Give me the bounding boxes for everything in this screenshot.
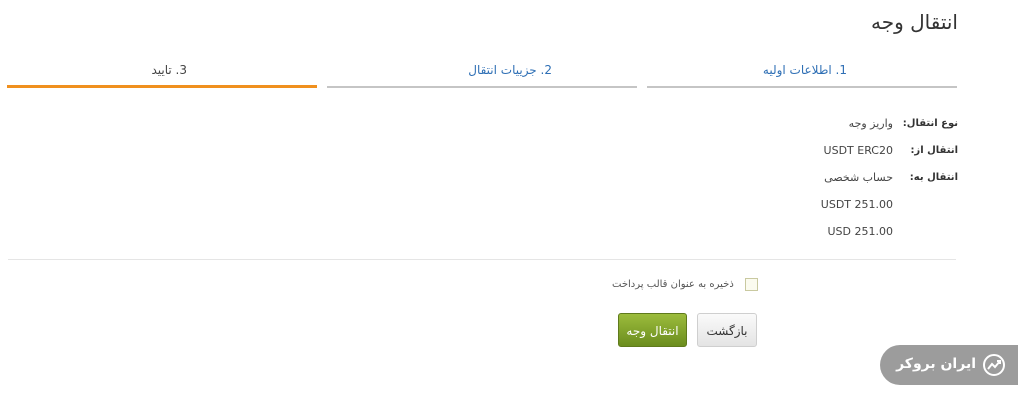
transfer-to-label: انتقال به: [909,172,958,183]
save-template-checkbox[interactable] [745,278,758,291]
step-initial-info[interactable]: 1. اطلاعات اولیه [647,60,957,88]
step-label: 2. جزییات انتقال [468,63,552,77]
save-template-label: ذخیره به عنوان قالب پرداخت [612,279,734,290]
transfer-from-value: USDT ERC20 [823,144,893,157]
transfer-button[interactable]: انتقال وجه [618,313,687,347]
step-progress-bar-active [7,85,317,88]
transfer-summary: نوع انتقال: واریز وجه انتقال از: USDT ER… [658,112,958,247]
watermark-badge: ایران بروکر [880,345,1018,385]
transfer-type-value: واریز وجه [848,117,893,130]
summary-row-amount-crypto: USDT 251.00 [658,193,958,220]
transfer-to-value: حساب شخصی [824,171,893,184]
watermark-text: ایران بروکر [896,356,976,372]
divider [8,259,956,260]
wizard-steps: 1. اطلاعات اولیه 2. جزییات انتقال 3. تای… [7,60,957,90]
summary-row-to: انتقال به: حساب شخصی [658,166,958,193]
transfer-from-label: انتقال از: [910,145,958,156]
step-progress-bar [327,86,637,88]
transfer-type-label: نوع انتقال: [902,118,958,129]
step-transfer-details[interactable]: 2. جزییات انتقال [327,60,637,88]
amount-fiat: USD 251.00 [827,225,894,238]
summary-row-from: انتقال از: USDT ERC20 [658,139,958,166]
step-confirm: 3. تایید [7,60,317,88]
summary-row-type: نوع انتقال: واریز وجه [658,112,958,139]
page-title: انتقال وجه [870,10,958,34]
back-button[interactable]: بازگشت [697,313,757,347]
save-template-option: ذخیره به عنوان قالب پرداخت [612,278,758,291]
step-label: 3. تایید [151,63,187,77]
step-progress-bar [647,86,957,88]
chart-trend-logo-icon [983,354,1005,376]
summary-row-amount-fiat: USD 251.00 [658,220,958,247]
step-label: 1. اطلاعات اولیه [762,63,847,77]
amount-crypto: USDT 251.00 [820,198,893,211]
